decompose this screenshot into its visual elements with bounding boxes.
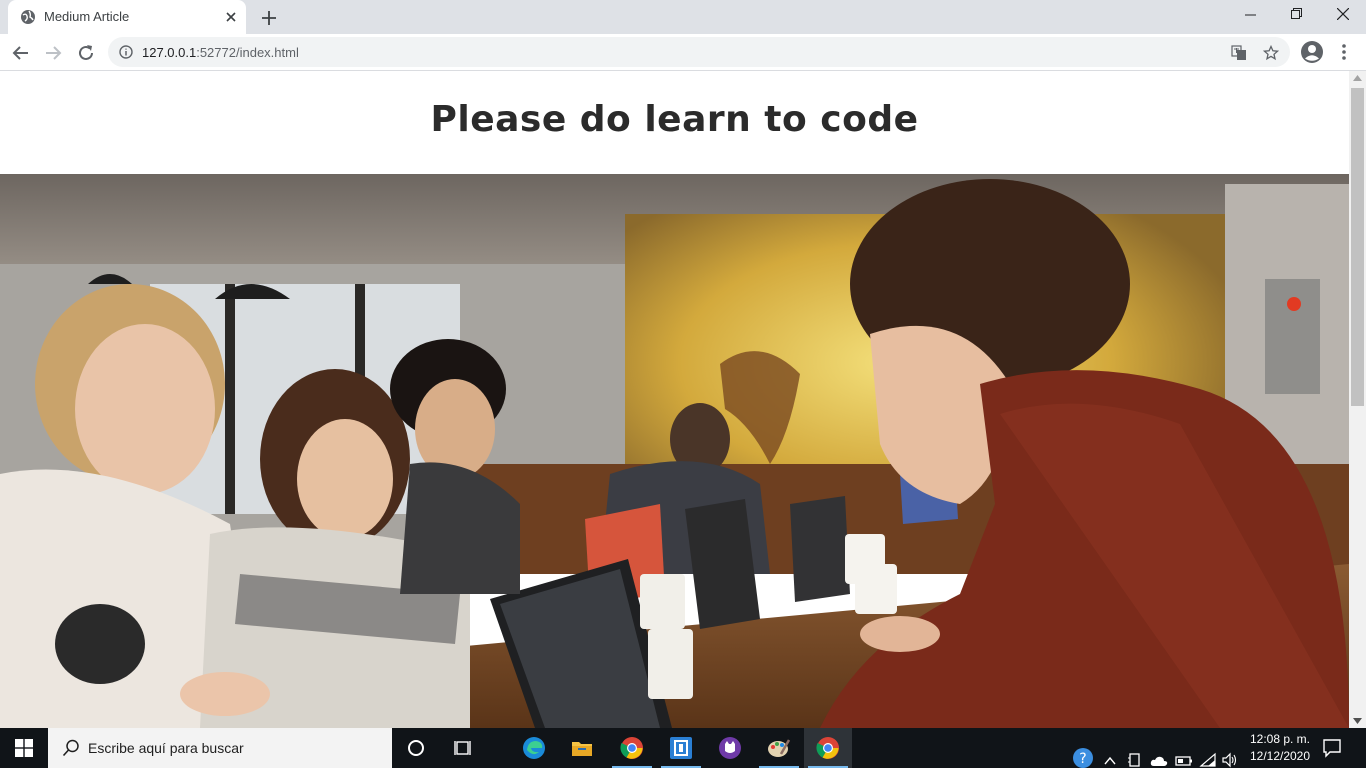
new-tab-icon[interactable]	[258, 7, 280, 29]
reload-icon[interactable]	[74, 41, 98, 65]
back-arrow-icon[interactable]	[9, 41, 33, 65]
cortana-button[interactable]	[392, 728, 440, 768]
bookmark-star-icon[interactable]	[1263, 45, 1279, 61]
restore-button[interactable]	[1274, 0, 1320, 30]
task-view-button[interactable]	[440, 728, 488, 768]
chrome-icon	[816, 737, 839, 759]
forward-arrow-icon[interactable]	[41, 41, 65, 65]
browser-tab[interactable]: Medium Article	[8, 0, 246, 34]
page-title: Please do learn to code	[430, 99, 919, 140]
notification-center-icon[interactable]	[1320, 736, 1344, 760]
help-icon[interactable]: ?	[1072, 738, 1094, 778]
wifi-icon[interactable]	[1199, 740, 1217, 780]
address-bar[interactable]: 127.0.0.1:52772/index.html	[108, 37, 1290, 67]
minimize-icon	[1245, 14, 1256, 16]
search-placeholder: Escribe aquí para buscar	[88, 740, 244, 756]
taskbar-chrome-active[interactable]	[804, 728, 852, 768]
restore-icon	[1291, 8, 1302, 19]
task-view-icon	[454, 741, 471, 755]
taskbar-search-box[interactable]: Escribe aquí para buscar	[48, 728, 392, 768]
scroll-down-arrow-icon[interactable]	[1353, 718, 1362, 724]
search-icon	[62, 739, 79, 757]
translate-icon[interactable]	[1231, 45, 1247, 61]
scrollbar-thumb[interactable]	[1351, 88, 1364, 406]
close-tab-icon[interactable]	[222, 8, 240, 26]
vertical-scrollbar[interactable]	[1349, 71, 1366, 728]
windows-logo-icon	[15, 739, 33, 757]
page-viewport: Please do learn to code	[0, 71, 1349, 728]
url-text: 127.0.0.1:52772/index.html	[142, 45, 299, 60]
close-window-button[interactable]	[1320, 0, 1366, 30]
svg-text:?: ?	[1079, 751, 1086, 767]
edge-icon	[523, 737, 545, 759]
taskbar-edge[interactable]	[510, 728, 558, 768]
taskbar-file-explorer[interactable]	[558, 728, 606, 768]
clock-time: 12:08 p. m.	[1249, 732, 1311, 746]
close-icon	[1337, 8, 1349, 20]
info-icon[interactable]	[119, 45, 133, 59]
hero-image	[0, 174, 1349, 728]
file-explorer-icon	[572, 742, 592, 756]
scroll-up-arrow-icon[interactable]	[1353, 75, 1362, 81]
taskbar-app-blue[interactable]	[657, 728, 705, 768]
app-purple-icon	[719, 737, 741, 759]
clock-date: 12/12/2020	[1249, 749, 1311, 763]
cortana-icon	[408, 740, 424, 756]
taskbar-chrome[interactable]	[608, 728, 656, 768]
volume-icon[interactable]	[1221, 740, 1239, 780]
browser-title-bar: Medium Article	[0, 0, 1366, 34]
tab-title: Medium Article	[44, 9, 130, 24]
chrome-icon	[620, 737, 643, 759]
start-button[interactable]	[0, 728, 48, 768]
device-icon[interactable]	[1127, 740, 1143, 780]
taskbar-paint[interactable]	[755, 728, 803, 768]
paint-icon	[768, 739, 791, 757]
taskbar-app-purple[interactable]	[706, 728, 754, 768]
battery-icon[interactable]	[1175, 741, 1193, 781]
profile-avatar-icon[interactable]	[1300, 40, 1324, 64]
windows-taskbar: Escribe aquí para buscar ? 12:08 p. m. 1…	[0, 728, 1366, 768]
browser-toolbar: 127.0.0.1:52772/index.html	[0, 34, 1366, 71]
system-clock[interactable]: 12:08 p. m. 12/12/2020	[1242, 731, 1318, 765]
app-blue-icon	[670, 737, 692, 759]
minimize-button[interactable]	[1228, 0, 1274, 30]
kebab-menu-icon[interactable]	[1332, 40, 1356, 64]
url-host: 127.0.0.1	[142, 45, 197, 60]
globe-icon	[21, 10, 35, 24]
show-hidden-icons-chevron-icon[interactable]	[1103, 741, 1117, 781]
onedrive-cloud-icon[interactable]	[1150, 741, 1168, 781]
url-path: :52772/index.html	[196, 45, 299, 60]
